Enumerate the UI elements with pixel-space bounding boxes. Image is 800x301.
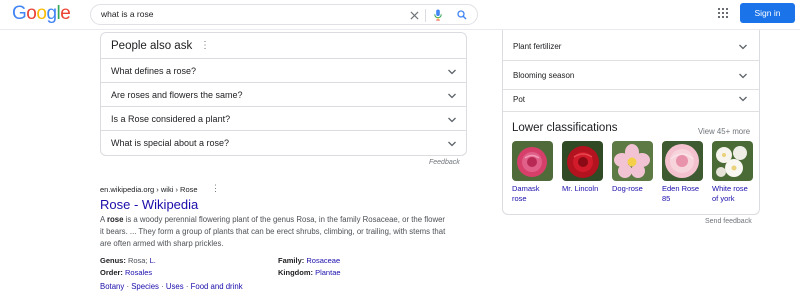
fact-genus: Genus: Rosa; L. xyxy=(100,255,156,267)
top-bar: Google what is a rose Sign in xyxy=(0,0,800,30)
paa-question-text: Is a Rose considered a plant? xyxy=(111,114,231,124)
result-url[interactable]: en.wikipedia.org › wiki › Rose xyxy=(100,185,198,194)
kp-expandable-row[interactable]: Pot xyxy=(503,86,759,112)
fact-family: Family: Rosaceae xyxy=(278,255,340,267)
kp-row-label: Blooming season xyxy=(513,71,575,80)
label-line: rose xyxy=(512,194,527,203)
fact-label: Order: xyxy=(100,268,123,277)
result-snippet: A rose is a woody perennial flowering pl… xyxy=(100,214,450,251)
apps-grid-icon[interactable] xyxy=(718,8,728,18)
snippet-post: is a woody perennial flowering plant of … xyxy=(100,215,446,249)
microphone-icon[interactable] xyxy=(432,9,444,21)
kp-expandable-row[interactable]: Plant fertilizer xyxy=(503,32,759,61)
label-line: of york xyxy=(712,194,735,203)
fact-order: Order: Rosales xyxy=(100,267,152,279)
logo-letter: e xyxy=(60,3,71,24)
logo-letter: G xyxy=(12,3,27,24)
paa-question[interactable]: What is special about a rose? xyxy=(101,130,466,155)
lower-classifications-title: Lower classifications xyxy=(512,122,618,134)
sign-in-button[interactable]: Sign in xyxy=(740,3,795,23)
result-title-link[interactable]: Rose - Wikipedia xyxy=(100,197,198,212)
view-more-link[interactable]: View 45+ more xyxy=(698,127,750,136)
rose-thumbnail[interactable] xyxy=(562,141,603,181)
snippet-bold: rose xyxy=(106,215,124,224)
search-box[interactable]: what is a rose xyxy=(90,4,478,25)
chevron-down-icon xyxy=(448,117,456,123)
label-line: White rose xyxy=(712,184,748,193)
kp-row-label: Plant fertilizer xyxy=(513,42,562,51)
rose-thumbnail[interactable] xyxy=(662,141,703,181)
clear-icon[interactable] xyxy=(408,9,420,21)
search-divider xyxy=(425,9,426,22)
paa-question-text: What defines a rose? xyxy=(111,66,197,76)
fact-kingdom: Kingdom: Plantae xyxy=(278,267,341,279)
classification-label[interactable]: Damask rose xyxy=(512,184,558,204)
classification-label[interactable]: Mr. Lincoln xyxy=(562,184,608,194)
paa-question[interactable]: Are roses and flowers the same? xyxy=(101,82,466,107)
rose-flower-image xyxy=(662,141,703,181)
result-options-icon[interactable]: ⋮ xyxy=(211,183,220,194)
label-line: Mr. Lincoln xyxy=(562,184,599,193)
chevron-down-icon xyxy=(739,44,747,50)
rose-flower-image xyxy=(712,141,753,181)
logo-letter: o xyxy=(26,3,37,24)
paa-question-text: What is special about a rose? xyxy=(111,138,230,148)
label-line: Damask xyxy=(512,184,540,193)
search-icon[interactable] xyxy=(456,9,468,21)
sitelinks: Botany · Species · Uses · Food and drink xyxy=(100,282,243,291)
classification-label[interactable]: Eden Rose 85 xyxy=(662,184,708,204)
classification-label[interactable]: Dog-rose xyxy=(612,184,658,194)
chevron-down-icon xyxy=(448,93,456,99)
logo-letter: g xyxy=(46,3,57,24)
fact-link[interactable]: Rosaceae xyxy=(306,256,340,265)
chevron-down-icon xyxy=(448,141,456,147)
fact-link[interactable]: L. xyxy=(150,256,156,265)
people-also-ask-box: People also ask ⋮ What defines a rose? A… xyxy=(100,32,467,156)
rose-thumbnail[interactable] xyxy=(512,141,553,181)
sitelink[interactable]: Species xyxy=(131,282,159,291)
paa-question[interactable]: Is a Rose considered a plant? xyxy=(101,106,466,131)
rose-thumbnail[interactable] xyxy=(612,141,653,181)
sitelink[interactable]: Uses xyxy=(166,282,184,291)
snippet-pre: A xyxy=(100,215,107,224)
fact-link[interactable]: Rosales xyxy=(125,268,152,277)
chevron-down-icon xyxy=(448,69,456,75)
label-line: Eden Rose xyxy=(662,184,700,193)
chevron-down-icon xyxy=(739,73,747,79)
kp-row-label: Pot xyxy=(513,95,526,104)
label-line: Dog-rose xyxy=(612,184,643,193)
paa-question[interactable]: What defines a rose? xyxy=(101,58,466,83)
more-options-icon[interactable]: ⋮ xyxy=(200,41,210,51)
feedback-link[interactable]: Feedback xyxy=(429,159,460,166)
knowledge-panel: Plant fertilizer Blooming season Pot Low… xyxy=(502,30,760,215)
rose-flower-image xyxy=(512,141,553,181)
fact-value: Rosa; xyxy=(127,256,148,265)
rose-thumbnail[interactable] xyxy=(712,141,753,181)
rose-flower-image xyxy=(612,141,653,181)
fact-label: Kingdom: xyxy=(278,268,313,277)
google-logo[interactable]: Google xyxy=(12,3,71,25)
paa-question-text: Are roses and flowers the same? xyxy=(111,90,243,100)
paa-title: People also ask xyxy=(111,40,193,52)
send-feedback-link[interactable]: Send feedback xyxy=(705,218,752,225)
classification-label[interactable]: White rose of york xyxy=(712,184,758,204)
search-input[interactable]: what is a rose xyxy=(101,9,153,19)
chevron-down-icon xyxy=(739,96,747,102)
rose-flower-image xyxy=(562,141,603,181)
fact-label: Family: xyxy=(278,256,305,265)
label-line: 85 xyxy=(662,194,671,203)
fact-link[interactable]: Plantae xyxy=(315,268,340,277)
fact-label: Genus: xyxy=(100,256,126,265)
logo-letter: o xyxy=(36,3,47,24)
sitelink[interactable]: Food and drink xyxy=(191,282,243,291)
sitelink[interactable]: Botany xyxy=(100,282,124,291)
